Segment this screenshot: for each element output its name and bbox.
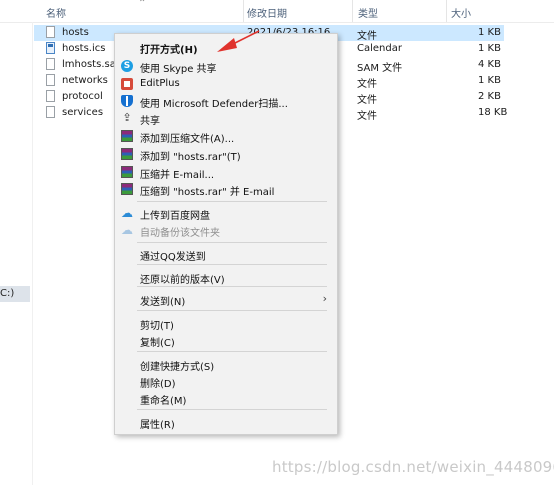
skype-icon: S [121,60,133,72]
file-name: networks [62,75,108,86]
context-menu-item-label: 删除(D) [140,379,176,390]
context-menu-item[interactable]: 压缩到 "hosts.rar" 并 E-mail [115,181,337,198]
file-icon [46,58,55,70]
file-size: 1 KB [478,75,501,86]
file-icon [46,26,55,38]
context-menu-item[interactable]: 压缩并 E-mail... [115,164,337,181]
context-menu-item[interactable]: EditPlus [115,76,337,93]
menu-separator [137,286,327,287]
menu-separator [137,409,327,410]
winrar-icon [121,183,133,195]
file-type: 文件 [357,111,377,122]
context-menu-item-label: 添加到压缩文件(A)... [140,134,235,145]
winrar-icon [121,130,133,142]
context-menu: 打开方式(H) S 使用 Skype 共享 EditPlus 使用 Microsoft … [114,33,338,435]
defender-icon [121,95,133,107]
menu-separator [137,264,327,265]
context-menu-item[interactable]: 添加到压缩文件(A)... [115,128,337,145]
sort-chevron-icon: ⌃ [138,0,147,9]
column-header-date[interactable]: 修改日期 [247,5,287,20]
column-header-type[interactable]: 类型 [358,5,378,20]
file-type: 文件 [357,95,377,106]
context-menu-item[interactable]: 通过QQ发送到 [115,246,337,263]
winrar-icon [121,166,133,178]
column-divider[interactable] [446,0,447,22]
file-name: protocol [62,91,103,102]
context-menu-item-label: 属性(R) [140,420,175,431]
context-menu-item-label: EditPlus [140,78,180,89]
editplus-icon [121,78,133,90]
context-menu-item[interactable]: ⇪ 共享 [115,110,337,128]
context-menu-item-label: 还原以前的版本(V) [140,275,225,286]
context-menu-item[interactable]: S 使用 Skype 共享 [115,58,337,75]
file-type: 文件 [357,79,377,90]
file-name: hosts.ics [62,43,106,54]
context-menu-item[interactable]: 创建快捷方式(S) [115,356,337,373]
context-menu-item-label: 共享 [140,116,160,127]
file-type: SAM 文件 [357,63,403,74]
nav-pane-border [32,22,33,485]
calendar-file-icon [46,42,55,54]
baidu-cloud-icon: ☁ [121,206,133,220]
context-menu-item-label: 压缩到 "hosts.rar" 并 E-mail [140,187,275,198]
context-menu-item-label: 重命名(M) [140,396,187,407]
context-menu-item-label: 通过QQ发送到 [140,252,206,263]
context-menu-item[interactable]: 复制(C) [115,332,337,349]
context-menu-item[interactable]: 使用 Microsoft Defender扫描... [115,93,337,110]
context-menu-item[interactable]: 剪切(T) [115,315,337,332]
context-menu-item-label: 复制(C) [140,338,175,349]
context-menu-item: ☁ 自动备份该文件夹 [115,222,337,239]
context-menu-item-label: 打开方式(H) [140,45,198,56]
column-header-size[interactable]: 大小 [451,5,471,20]
menu-separator [137,201,327,202]
context-menu-item[interactable]: 属性(R) [115,414,337,431]
menu-separator [137,310,327,311]
menu-separator [137,351,327,352]
file-icon [46,74,55,86]
nav-item-drive-c-label: C:) [0,288,15,299]
context-menu-item[interactable]: 删除(D) [115,373,337,390]
share-icon: ⇪ [122,111,132,124]
file-type: 文件 [357,31,377,42]
file-name: hosts [62,27,89,38]
context-menu-item[interactable]: 重命名(M) [115,390,337,407]
column-header-name[interactable]: 名称 [46,5,66,20]
context-menu-item-label: 压缩并 E-mail... [140,170,215,181]
file-icon [46,90,55,102]
context-menu-item-label: 创建快捷方式(S) [140,362,215,373]
watermark-text: https://blog.csdn.net/weixin_44480968 [272,458,554,476]
column-divider[interactable] [243,0,244,22]
context-menu-item[interactable]: 添加到 "hosts.rar"(T) [115,146,337,163]
winrar-icon [121,148,133,160]
file-type: Calendar [357,43,402,54]
file-size: 18 KB [478,107,508,118]
context-menu-item[interactable]: ☁ 上传到百度网盘 [115,205,337,222]
context-menu-item-label: 使用 Skype 共享 [140,64,217,75]
context-menu-item[interactable]: 还原以前的版本(V) [115,269,337,286]
file-size: 4 KB [478,59,501,70]
file-icon [46,106,55,118]
context-menu-item-label: 上传到百度网盘 [140,211,210,222]
baidu-cloud-icon: ☁ [121,223,133,237]
context-menu-item-label: 自动备份该文件夹 [140,228,220,239]
submenu-arrow-icon: › [322,292,327,305]
context-menu-item[interactable]: 打开方式(H) [115,39,337,56]
column-divider[interactable] [352,0,353,22]
context-menu-item-label: 添加到 "hosts.rar"(T) [140,152,241,163]
context-menu-item[interactable]: 发送到(N) › [115,291,337,308]
context-menu-item-label: 剪切(T) [140,321,174,332]
context-menu-item-label: 使用 Microsoft Defender扫描... [140,99,288,110]
file-name: services [62,107,104,118]
file-size: 1 KB [478,43,501,54]
context-menu-item-label: 发送到(N) [140,297,186,308]
menu-separator [137,242,327,243]
file-size: 1 KB [478,27,501,38]
file-size: 2 KB [478,91,501,102]
